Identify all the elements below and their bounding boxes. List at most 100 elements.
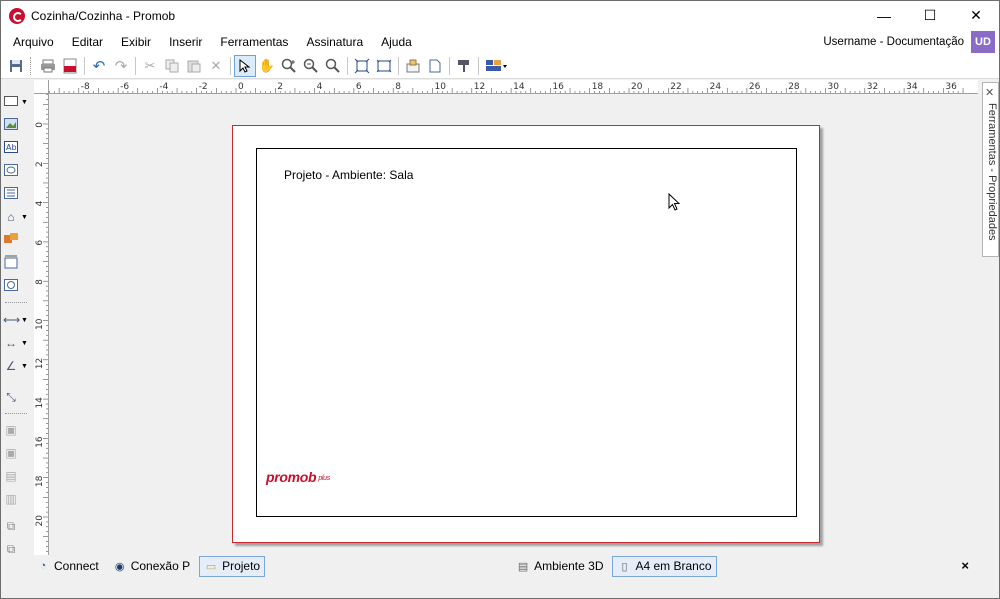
promob-app-icon[interactable] <box>9 7 25 24</box>
ruler-label: 0 <box>238 82 244 92</box>
tool-home[interactable]: ⌂ ▼ <box>3 207 29 227</box>
paste-icon[interactable] <box>183 55 205 77</box>
ruler-label: 10 <box>435 82 447 92</box>
page-frame[interactable]: Projeto - Ambiente: Sala promob plus <box>256 148 797 517</box>
left-toolbar: ▼ Ab ⌂ ▼ ⟷ ▼ ↔ ▼ ∠ ▼ ⤡ ▣ ▣ ▤ ▥ ⧉ ⧉ <box>1 80 31 556</box>
tool-image[interactable] <box>3 115 29 135</box>
undo-icon[interactable]: ↶ <box>88 55 110 77</box>
fit-all-icon[interactable] <box>373 55 395 77</box>
toolbar-separator <box>5 413 27 414</box>
tool-align-4[interactable]: ▥ <box>3 489 29 509</box>
paper-sheet[interactable]: Projeto - Ambiente: Sala promob plus <box>232 125 820 543</box>
pdf-icon[interactable] <box>59 55 81 77</box>
tool-line-dimension[interactable]: ⤡ <box>3 387 29 407</box>
menu-ajuda[interactable]: Ajuda <box>372 30 421 54</box>
drawing-canvas[interactable]: Projeto - Ambiente: Sala promob plus <box>49 95 978 555</box>
zoom-icon[interactable] <box>322 55 344 77</box>
tab-conexao-p[interactable]: ◉ Conexão P <box>108 556 195 577</box>
paint-icon[interactable] <box>453 55 475 77</box>
ruler-label: 26 <box>749 82 761 92</box>
stamp-icon[interactable] <box>402 55 424 77</box>
minimize-button[interactable]: — <box>861 1 907 30</box>
project-title[interactable]: Projeto - Ambiente: Sala <box>284 168 413 182</box>
toolbar-separator <box>449 57 450 75</box>
tab-label: Projeto <box>222 559 261 573</box>
ruler-label: 18 <box>592 82 604 92</box>
menu-bar: Arquivo Editar Exibir Inserir Ferramenta… <box>1 30 999 54</box>
chevron-down-icon: ▼ <box>21 213 28 221</box>
tool-clock[interactable] <box>3 276 29 296</box>
tool-list[interactable] <box>3 184 29 204</box>
toolbar-separator <box>347 57 348 75</box>
toolbar-separator <box>230 57 231 75</box>
tool-align-3[interactable]: ▤ <box>3 466 29 486</box>
tool-dimension-chain[interactable]: ↔ ▼ <box>3 333 29 353</box>
tool-dimension[interactable]: ⟷ ▼ <box>3 310 29 330</box>
ruler-label: 12 <box>35 358 45 369</box>
ruler-corner <box>34 80 49 94</box>
svg-text:Ab: Ab <box>6 143 17 152</box>
ruler-label: 22 <box>670 82 681 92</box>
tool-ellipse[interactable] <box>3 161 29 181</box>
rectangle-icon <box>3 95 19 109</box>
menu-ferramentas[interactable]: Ferramentas <box>211 30 297 54</box>
user-name[interactable]: Username - Documentação <box>823 36 964 48</box>
ruler-label: -2 <box>199 82 208 92</box>
toolbar-separator <box>135 57 136 75</box>
tab-projeto[interactable]: ▭ Projeto <box>199 555 266 577</box>
menu-inserir[interactable]: Inserir <box>160 30 211 54</box>
ruler-label: -4 <box>159 82 168 92</box>
tool-align-1[interactable]: ▣ <box>3 420 29 440</box>
layout-icon[interactable] <box>482 55 512 77</box>
close-button[interactable]: ✕ <box>953 1 999 30</box>
tab-ambiente-3d[interactable]: ▤ Ambiente 3D <box>511 556 608 577</box>
user-avatar[interactable]: UD <box>971 31 995 53</box>
redo-icon[interactable]: ↷ <box>110 55 132 77</box>
maximize-button[interactable]: ☐ <box>907 1 953 30</box>
tool-measure[interactable] <box>3 253 29 273</box>
zoom-in-icon[interactable] <box>278 55 300 77</box>
image-icon <box>3 117 19 133</box>
toolbar-separator <box>5 302 27 303</box>
toolbar-grip[interactable] <box>30 57 34 75</box>
copy-icon[interactable] <box>161 55 183 77</box>
ruler-label: 14 <box>513 82 525 92</box>
tool-group[interactable]: ⧉ <box>3 516 29 536</box>
fit-page-icon[interactable] <box>351 55 373 77</box>
tab-connect[interactable]: ◔ Connect <box>31 556 104 577</box>
app-window: Cozinha/Cozinha - Promob — ☐ ✕ Arquivo E… <box>0 0 1000 599</box>
tool-rectangle[interactable]: ▼ <box>3 92 29 112</box>
ruler-label: 4 <box>35 200 45 206</box>
delete-icon[interactable]: ✕ <box>205 55 227 77</box>
page-icon[interactable] <box>424 55 446 77</box>
ruler-label: 30 <box>828 82 840 92</box>
tool-text[interactable]: Ab <box>3 138 29 158</box>
tab-a4-em-branco[interactable]: ▯ A4 em Branco <box>612 555 717 577</box>
dimension-icon: ⟷ <box>3 313 21 327</box>
folder-icon: ▭ <box>205 560 217 573</box>
menu-editar[interactable]: Editar <box>63 30 112 54</box>
tool-align-2[interactable]: ▣ <box>3 443 29 463</box>
tool-angle[interactable]: ∠ ▼ <box>3 356 29 376</box>
toolbar-separator <box>478 57 479 75</box>
tab-label: Connect <box>54 559 99 573</box>
select-icon[interactable] <box>234 55 256 77</box>
print-icon[interactable] <box>37 55 59 77</box>
tool-components[interactable] <box>3 230 29 250</box>
close-tab-button[interactable]: × <box>961 558 969 573</box>
tab-ferramentas-propriedades[interactable]: ✕ Ferramentas - Propriedades <box>982 82 999 257</box>
toolbar-separator <box>398 57 399 75</box>
zoom-out-icon[interactable] <box>300 55 322 77</box>
ruler-label: 8 <box>395 82 401 92</box>
menu-assinatura[interactable]: Assinatura <box>297 30 372 54</box>
pan-icon[interactable]: ✋ <box>256 55 278 77</box>
save-icon[interactable] <box>5 55 27 77</box>
menu-exibir[interactable]: Exibir <box>112 30 160 54</box>
cut-icon[interactable]: ✂ <box>139 55 161 77</box>
home-icon: ⌂ <box>7 210 15 224</box>
tool-ungroup[interactable]: ⧉ <box>3 539 29 559</box>
toolbar-separator <box>84 57 85 75</box>
menu-arquivo[interactable]: Arquivo <box>1 30 63 54</box>
ruler-label: 8 <box>35 279 45 285</box>
status-bar <box>1 578 999 598</box>
